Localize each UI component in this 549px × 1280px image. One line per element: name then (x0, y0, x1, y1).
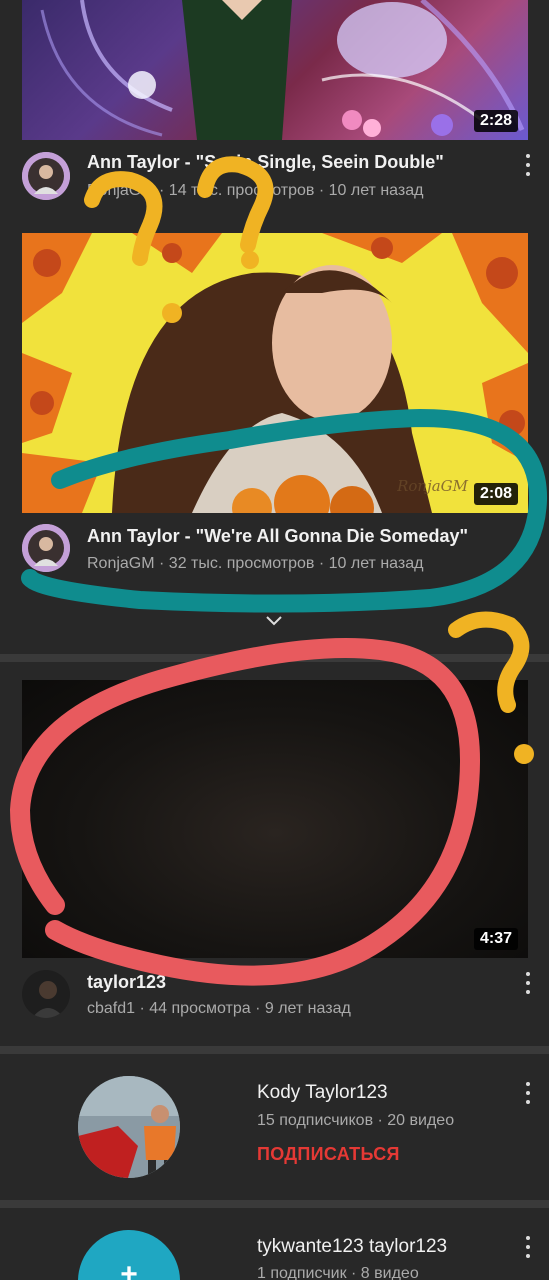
chevron-down-icon[interactable] (264, 614, 284, 628)
channel-stats: 15 подписчиков · 20 видео (257, 1112, 455, 1129)
channel-name[interactable]: Kody Taylor123 (257, 1082, 388, 1104)
video-duration: 2:08 (473, 483, 518, 505)
video-meta: cbafd1 · 44 просмотра · 9 лет назад (87, 1000, 351, 1017)
channel-card[interactable]: + tykwante123 taylor123 1 подписчик · 8 … (0, 1208, 549, 1280)
video-title[interactable]: taylor123 (87, 972, 166, 993)
subscribe-button[interactable]: ПОДПИСАТЬСЯ (257, 1144, 400, 1165)
video-thumbnail[interactable]: 2:28 (22, 0, 528, 140)
section-divider (0, 1046, 549, 1054)
more-vert-icon[interactable] (523, 154, 533, 176)
more-vert-icon[interactable] (523, 1082, 533, 1104)
channel-name[interactable]: tykwante123 taylor123 (257, 1236, 447, 1258)
avatar-letter: + (120, 1258, 138, 1280)
section-divider (0, 1200, 549, 1208)
thumbnail-watermark: RonjaGM (397, 477, 468, 495)
channel-avatar[interactable] (78, 1076, 180, 1178)
video-meta-row[interactable]: Ann Taylor - "Seein Single, Seein Double… (0, 148, 549, 208)
channel-avatar[interactable]: + (78, 1230, 180, 1280)
channel-avatar[interactable] (22, 152, 70, 200)
video-meta: RonjaGM · 32 тыс. просмотров · 10 лет на… (87, 555, 424, 572)
more-vert-icon[interactable] (523, 972, 533, 994)
video-title[interactable]: Ann Taylor - "We're All Gonna Die Someda… (87, 526, 468, 547)
video-thumbnail[interactable]: 4:37 (22, 680, 528, 958)
channel-avatar[interactable] (22, 524, 70, 572)
video-meta-row[interactable]: Ann Taylor - "We're All Gonna Die Someda… (0, 520, 549, 580)
video-duration: 4:37 (473, 928, 518, 950)
video-title[interactable]: Ann Taylor - "Seein Single, Seein Double… (87, 152, 444, 173)
section-divider (0, 654, 549, 662)
video-meta: RonjaGM · 14 тыс. просмотров · 10 лет на… (87, 182, 424, 199)
more-vert-icon[interactable] (523, 1236, 533, 1258)
channel-avatar[interactable] (22, 970, 70, 1018)
thumbnail-art (22, 233, 528, 513)
video-duration: 2:28 (473, 110, 518, 132)
channel-stats: 1 подписчик · 8 видео (257, 1265, 419, 1280)
thumbnail-art (40, 0, 525, 140)
video-meta-row[interactable]: taylor123 cbafd1 · 44 просмотра · 9 лет … (0, 966, 549, 1026)
video-thumbnail[interactable]: RonjaGM 2:08 (22, 233, 528, 513)
channel-card[interactable]: Kody Taylor123 15 подписчиков · 20 видео… (0, 1054, 549, 1200)
